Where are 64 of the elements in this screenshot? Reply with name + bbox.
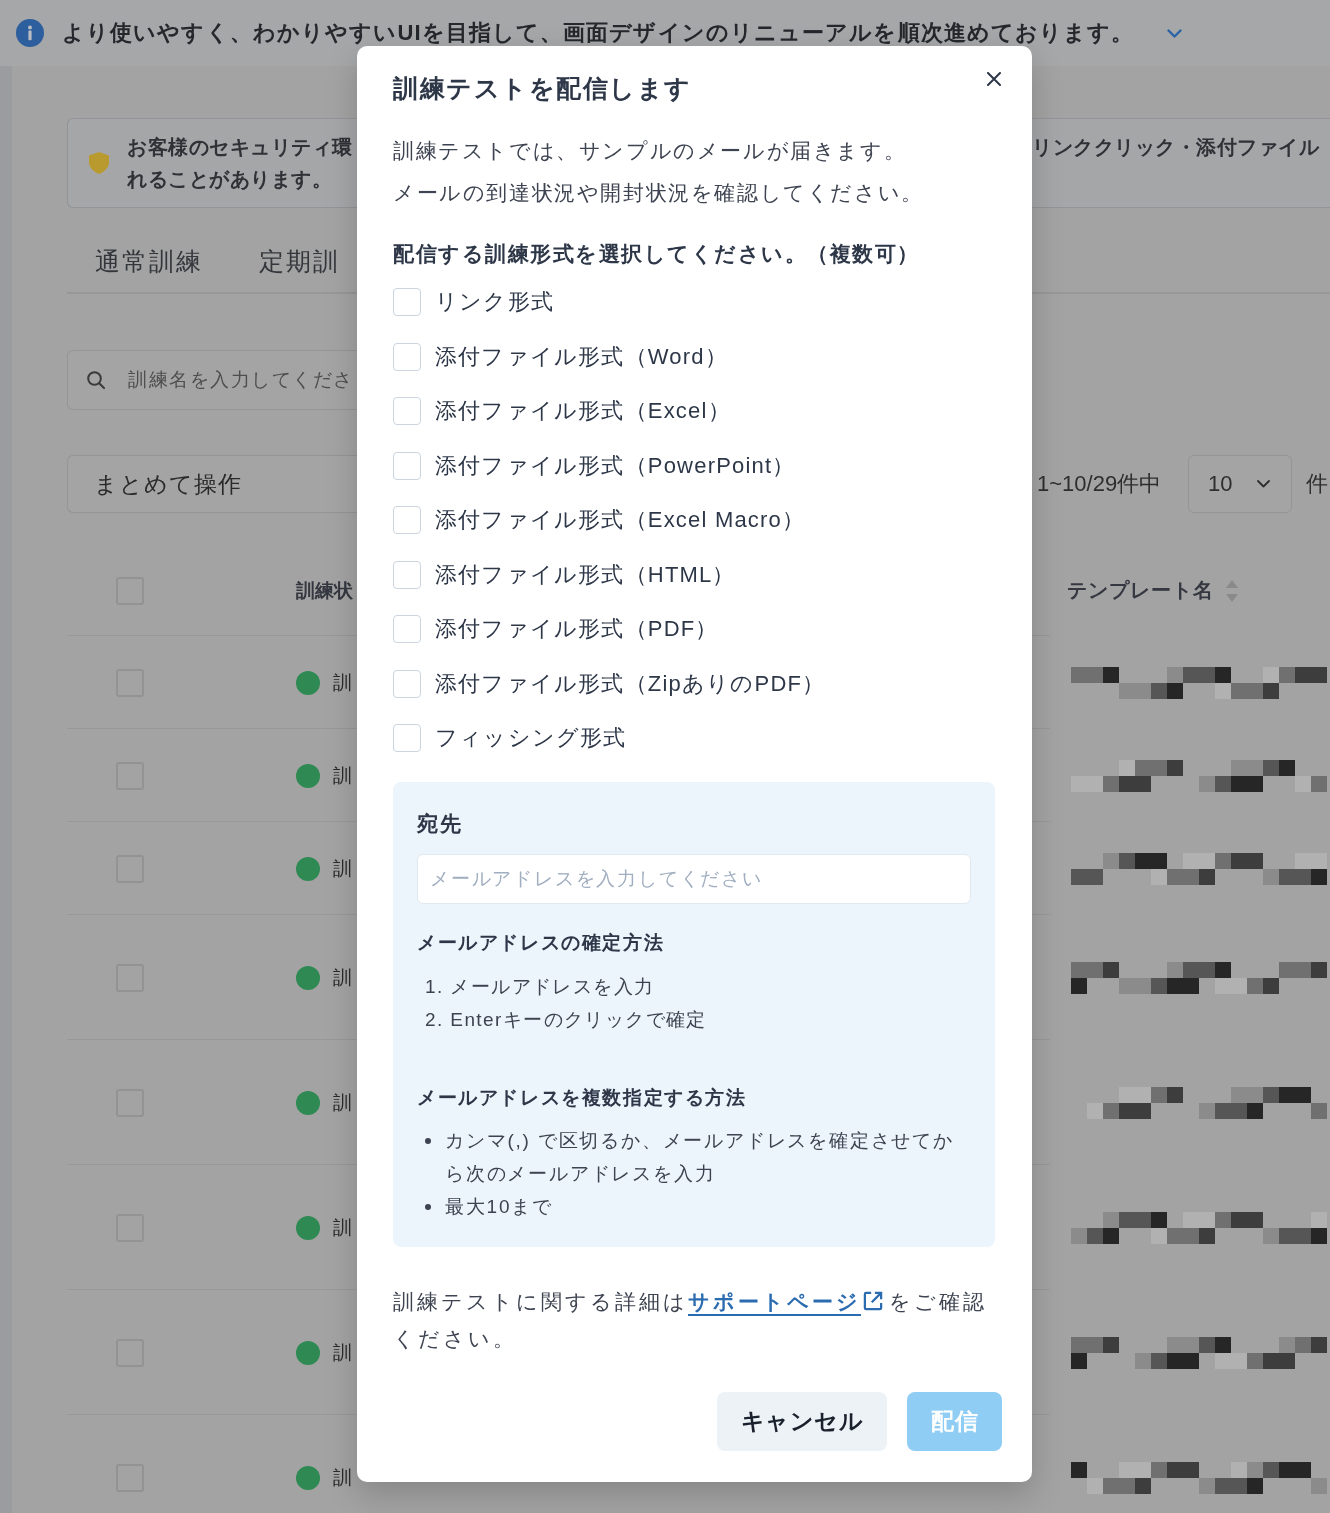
format-label: 添付ファイル形式（PowerPoint） <box>435 451 796 480</box>
status-text: 訓 <box>333 856 352 881</box>
step-text: 1. メールアドレスを入力 <box>425 974 655 999</box>
unit-text: 件 <box>1306 470 1328 498</box>
cancel-button[interactable]: キャンセル <box>716 1391 887 1451</box>
format-prompt: 配信する訓練形式を選択してください。（複数可） <box>393 241 920 267</box>
checkbox[interactable] <box>393 669 421 698</box>
checkbox[interactable] <box>393 615 421 644</box>
tab[interactable]: 定期訓 <box>231 230 356 292</box>
checkbox[interactable] <box>393 342 421 371</box>
format-label: 添付ファイル形式（PDF） <box>435 615 719 644</box>
checkbox[interactable] <box>393 724 421 753</box>
checkbox[interactable] <box>393 451 421 480</box>
step-text: 2. Enterキーのクリックで確定 <box>425 1007 707 1032</box>
notice-text: お客様のセキュリティ環 <box>127 135 353 160</box>
info-icon <box>16 19 44 47</box>
format-label: 添付ファイル形式（Excel Macro） <box>435 506 806 535</box>
search-field[interactable]: 訓練名を入力してくださ <box>67 350 360 410</box>
section-heading: メールアドレスを複数指定する方法 <box>417 1085 747 1110</box>
column-header[interactable]: テンプレート名 <box>1067 577 1214 604</box>
status-text: 訓 <box>333 1090 352 1115</box>
status-text: 訓 <box>333 763 352 788</box>
format-label: 添付ファイル形式（ZipありのPDF） <box>435 669 826 698</box>
page-size-select[interactable]: 10 <box>1188 455 1292 513</box>
status-text: 訓 <box>333 670 352 695</box>
checkbox[interactable] <box>393 288 421 317</box>
note-text: 最大10まで <box>445 1194 553 1219</box>
checkbox[interactable] <box>393 397 421 426</box>
search-icon <box>87 371 105 389</box>
format-label: 添付ファイル形式（Word） <box>435 342 728 371</box>
close-icon <box>987 72 1001 86</box>
external-link-icon <box>863 1290 883 1311</box>
checkbox[interactable] <box>393 560 421 589</box>
format-label: リンク形式 <box>435 288 554 317</box>
column-header: 訓練状 <box>296 578 353 603</box>
bulk-action-select[interactable]: まとめて操作 <box>67 455 360 513</box>
description-text: 訓練テストでは、サンプルのメールが届きます。 <box>393 138 907 164</box>
note-text: カンマ(,) で区切るか、メールアドレスを確定させてから次のメールアドレスを入力 <box>445 1128 955 1186</box>
notice-text: リンククリック・添付ファイル <box>1032 135 1319 160</box>
format-label: フィッシング形式 <box>435 724 627 753</box>
support-link[interactable]: サポートページ <box>688 1289 889 1313</box>
section-heading: メールアドレスの確定方法 <box>417 930 665 955</box>
shield-icon <box>89 152 109 174</box>
status-text: 訓 <box>333 1215 352 1240</box>
email-input[interactable]: メールアドレスを入力してください <box>417 853 971 904</box>
tab[interactable]: 通常訓練 <box>67 230 219 292</box>
bullet-icon <box>425 1137 431 1144</box>
status-text: 訓 <box>333 965 352 990</box>
chevron-down-icon[interactable] <box>1166 28 1182 38</box>
checkbox[interactable] <box>393 506 421 535</box>
status-text: 訓 <box>333 1340 352 1365</box>
format-label: 添付ファイル形式（Excel） <box>435 397 731 426</box>
dialog-title: 訓練テストを配信します <box>393 73 692 104</box>
status-text: 訓 <box>333 1465 352 1490</box>
announcement-text: より使いやすく、わかりやすいUIを目指して、画面デザインのリニューアルを順次進めております。 <box>62 21 1135 45</box>
chevron-down-icon <box>1257 480 1270 488</box>
recipient-label: 宛先 <box>417 810 463 837</box>
notice-text: れることがあります。 <box>127 167 332 192</box>
description-text: メールの到達状況や開封状況を確認してください。 <box>393 180 924 206</box>
sort-icon[interactable] <box>1226 579 1238 602</box>
bullet-icon <box>425 1203 431 1210</box>
support-note: 訓練テストに関する詳細は サポートページ をご確認ください。 <box>393 1288 988 1352</box>
range-text: 1~10/29件中 <box>1037 470 1163 498</box>
format-label: 添付ファイル形式（HTML） <box>435 560 736 589</box>
